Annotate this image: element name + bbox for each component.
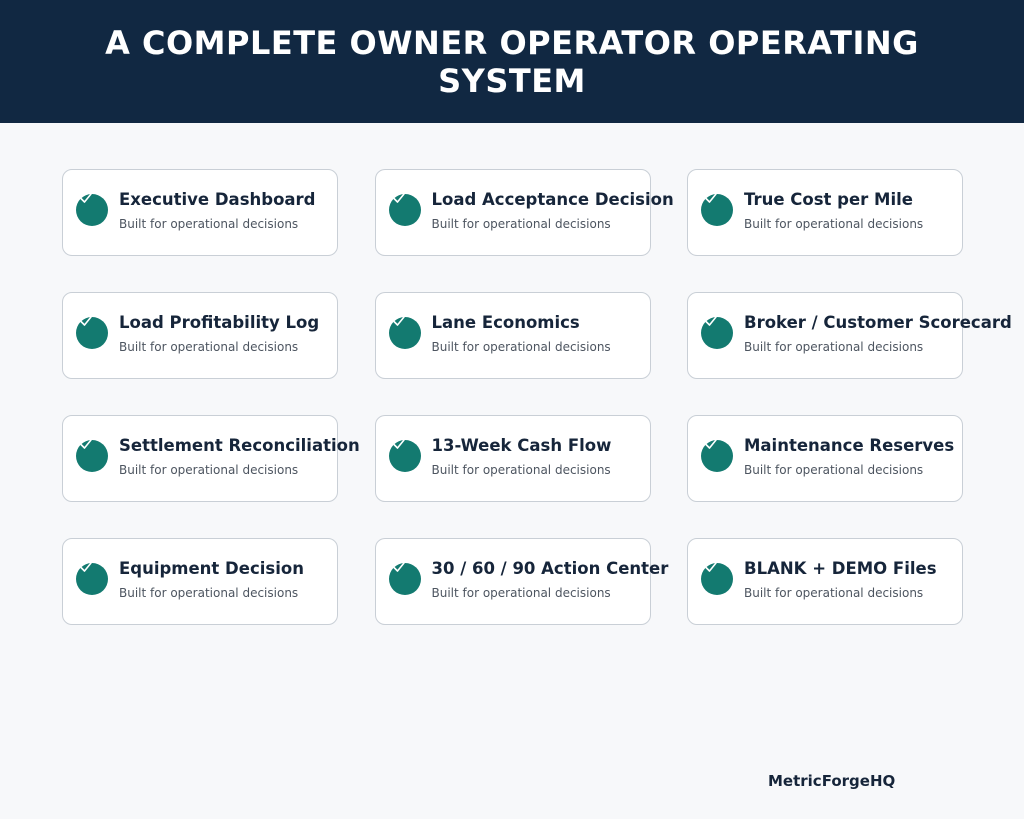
card-title: Executive Dashboard xyxy=(119,190,316,209)
card-subtitle: Built for operational decisions xyxy=(119,586,299,600)
check-circle-icon xyxy=(76,562,108,595)
feature-card-blank-demo-files: BLANK + DEMO Files Built for operational… xyxy=(687,538,963,625)
card-title: BLANK + DEMO Files xyxy=(744,559,937,578)
check-circle-icon xyxy=(388,439,421,472)
card-subtitle: Built for operational decisions xyxy=(431,340,611,354)
card-title: Settlement Reconciliation xyxy=(119,436,360,455)
feature-card-load-profitability-log: Load Profitability Log Built for operati… xyxy=(62,292,338,379)
check-circle-icon xyxy=(701,193,733,226)
card-title: Load Profitability Log xyxy=(119,313,320,332)
feature-card-equipment-decision: Equipment Decision Built for operational… xyxy=(62,538,338,625)
feature-card-broker-customer-scorecard: Broker / Customer Scorecard Built for op… xyxy=(687,292,1012,379)
card-title: Lane Economics xyxy=(431,313,580,332)
card-subtitle: Built for operational decisions xyxy=(431,586,611,600)
card-title: Load Acceptance Decision xyxy=(431,190,674,209)
card-subtitle: Built for operational decisions xyxy=(431,463,611,477)
card-title: 13-Week Cash Flow xyxy=(431,436,612,455)
page-header: A COMPLETE OWNER OPERATOR OPERATING SYST… xyxy=(0,0,1024,123)
page-title: A COMPLETE OWNER OPERATOR OPERATING SYST… xyxy=(105,23,919,100)
card-subtitle: Built for operational decisions xyxy=(744,217,924,231)
feature-card-action-center: 30 / 60 / 90 Action Center Built for ope… xyxy=(374,538,668,625)
card-subtitle: Built for operational decisions xyxy=(119,340,299,354)
feature-card-executive-dashboard: Executive Dashboard Built for operationa… xyxy=(62,169,338,256)
card-subtitle: Built for operational decisions xyxy=(431,217,611,231)
card-title: Maintenance Reserves xyxy=(744,436,955,455)
check-circle-icon xyxy=(76,193,108,226)
brand-name: MetricForgeHQ xyxy=(768,772,896,790)
card-subtitle: Built for operational decisions xyxy=(119,463,299,477)
check-circle-icon xyxy=(76,439,108,472)
card-subtitle: Built for operational decisions xyxy=(119,217,299,231)
feature-grid: Executive Dashboard Built for operationa… xyxy=(62,169,1012,625)
check-circle-icon xyxy=(701,562,733,595)
feature-card-maintenance-reserves: Maintenance Reserves Built for operation… xyxy=(687,415,963,502)
check-circle-icon xyxy=(388,316,421,349)
card-title: Equipment Decision xyxy=(119,559,304,578)
check-circle-icon xyxy=(76,316,108,349)
card-subtitle: Built for operational decisions xyxy=(744,340,924,354)
card-subtitle: Built for operational decisions xyxy=(744,463,924,477)
card-title: True Cost per Mile xyxy=(744,190,913,209)
check-circle-icon xyxy=(388,562,421,595)
check-circle-icon xyxy=(388,193,421,226)
card-title: 30 / 60 / 90 Action Center xyxy=(431,559,669,578)
card-title: Broker / Customer Scorecard xyxy=(744,313,1012,332)
card-subtitle: Built for operational decisions xyxy=(744,586,924,600)
feature-card-settlement-reconciliation: Settlement Reconciliation Built for oper… xyxy=(62,415,360,502)
feature-card-true-cost-per-mile: True Cost per Mile Built for operational… xyxy=(687,169,963,256)
feature-card-load-acceptance-decision: Load Acceptance Decision Built for opera… xyxy=(374,169,674,256)
check-circle-icon xyxy=(701,439,733,472)
feature-card-lane-economics: Lane Economics Built for operational dec… xyxy=(374,292,651,379)
feature-card-13-week-cash-flow: 13-Week Cash Flow Built for operational … xyxy=(374,415,651,502)
check-circle-icon xyxy=(701,316,733,349)
